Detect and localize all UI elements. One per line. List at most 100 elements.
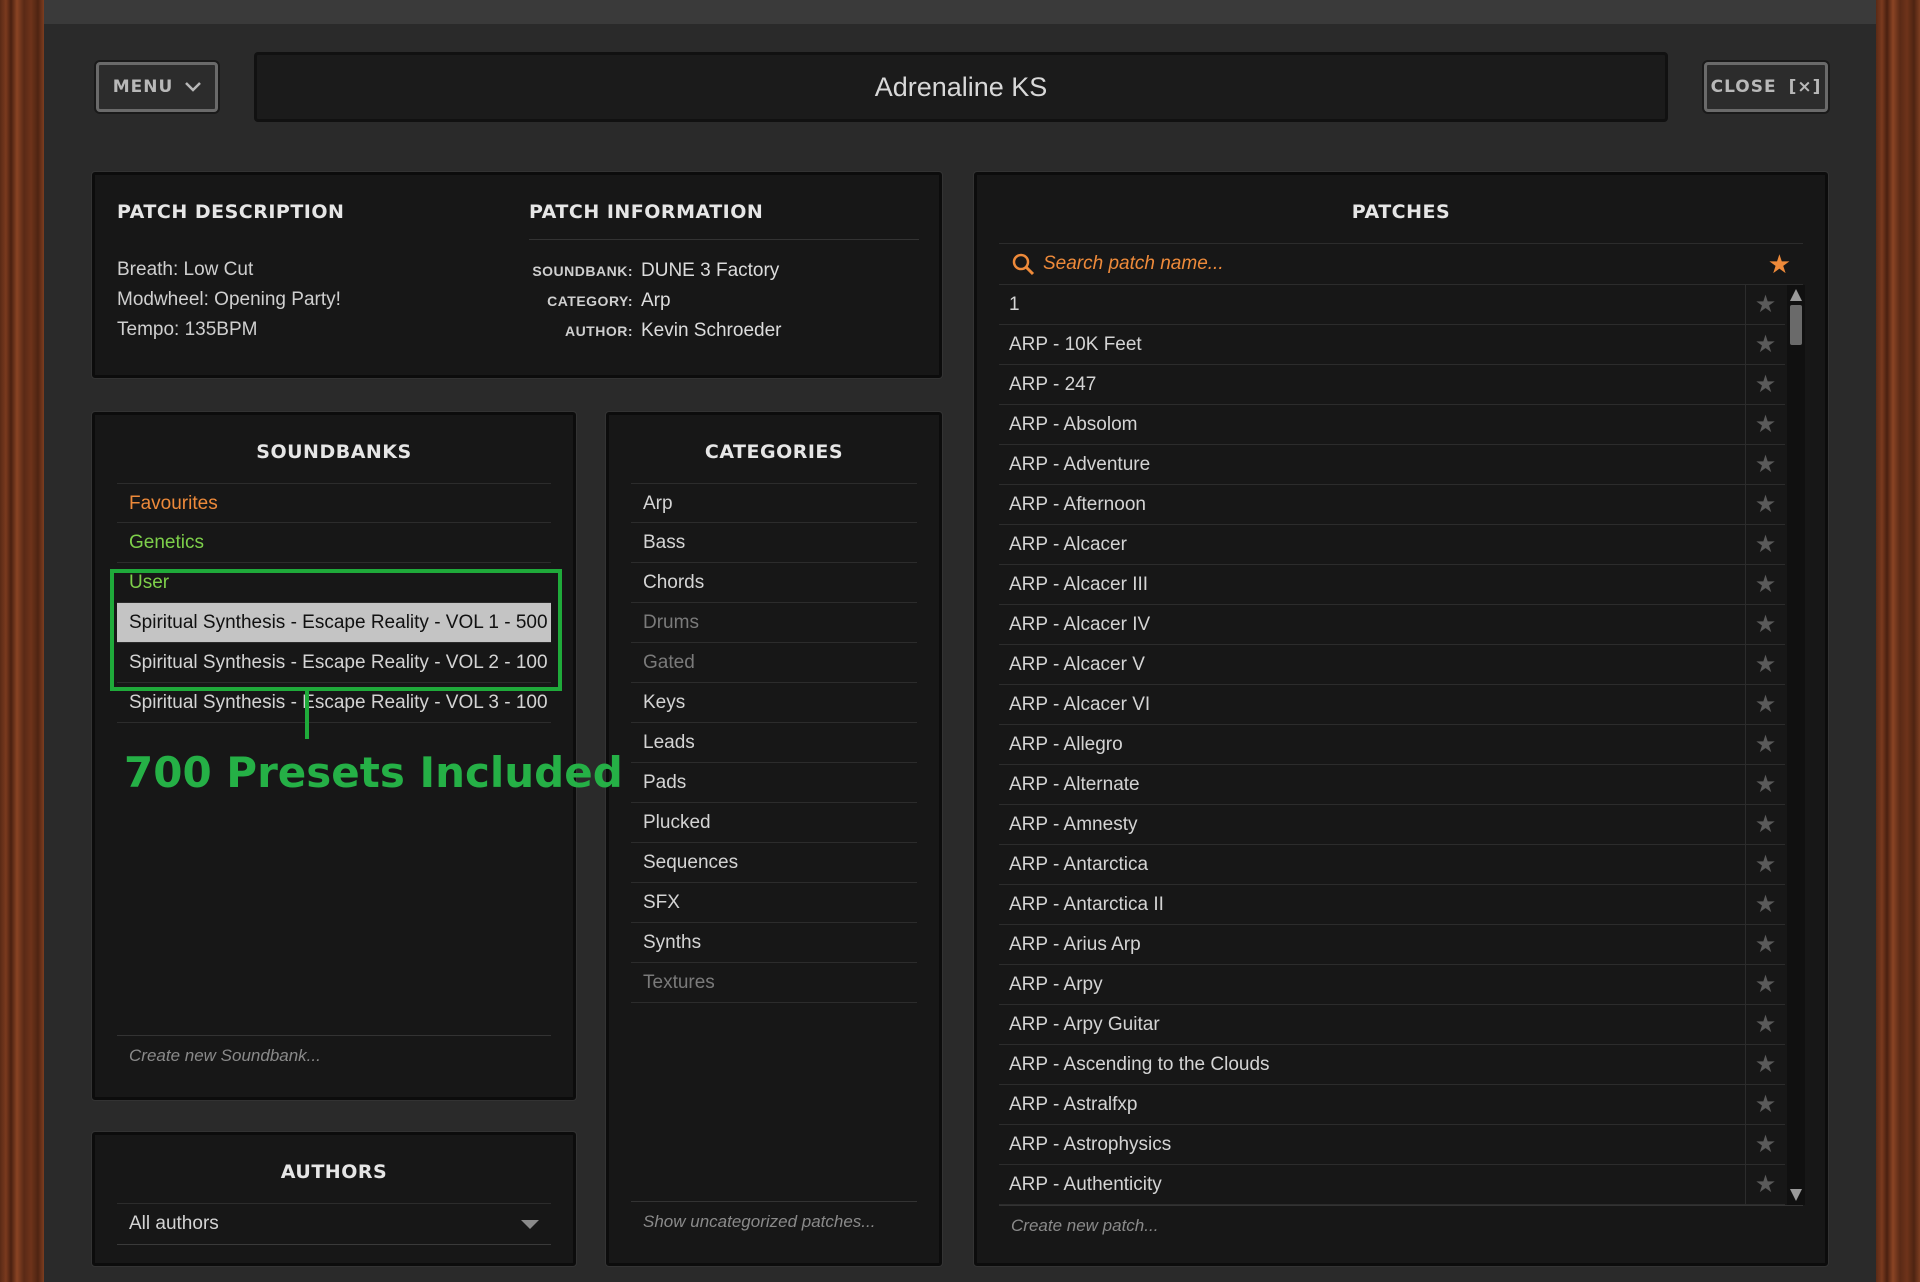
category-item[interactable]: Bass: [631, 523, 917, 563]
create-patch-field[interactable]: Create new patch...: [999, 1205, 1803, 1246]
patch-name[interactable]: ARP - Antarctica II: [999, 885, 1745, 924]
favourite-star-icon[interactable]: ★: [1745, 445, 1785, 484]
favourite-star-icon[interactable]: ★: [1745, 765, 1785, 804]
soundbank-item[interactable]: User: [117, 563, 551, 603]
patch-name[interactable]: ARP - Astrophysics: [999, 1125, 1745, 1164]
patch-name[interactable]: ARP - Alcacer V: [999, 645, 1745, 684]
scroll-down-icon[interactable]: [1790, 1189, 1802, 1201]
soundbank-item[interactable]: Favourites: [117, 483, 551, 523]
patch-name[interactable]: ARP - Astralfxp: [999, 1085, 1745, 1124]
favourite-star-icon[interactable]: ★: [1745, 1165, 1785, 1204]
category-item[interactable]: Pads: [631, 763, 917, 803]
favourite-star-icon[interactable]: ★: [1745, 685, 1785, 724]
favourite-star-icon[interactable]: ★: [1745, 525, 1785, 564]
patch-row[interactable]: ARP - Astrophysics ★: [999, 1125, 1785, 1165]
patch-name[interactable]: ARP - Allegro: [999, 725, 1745, 764]
patches-scrollbar[interactable]: [1787, 285, 1805, 1205]
category-item[interactable]: Plucked: [631, 803, 917, 843]
scroll-up-icon[interactable]: [1790, 289, 1802, 301]
patch-row[interactable]: ARP - 10K Feet ★: [999, 325, 1785, 365]
patch-row[interactable]: ARP - Antarctica ★: [999, 845, 1785, 885]
patch-row[interactable]: ARP - Afternoon ★: [999, 485, 1785, 525]
patch-row[interactable]: ARP - Alcacer ★: [999, 525, 1785, 565]
patch-row[interactable]: ARP - Astralfxp ★: [999, 1085, 1785, 1125]
favourite-star-icon[interactable]: ★: [1745, 725, 1785, 764]
patch-name[interactable]: ARP - Absolom: [999, 405, 1745, 444]
patch-row[interactable]: ARP - 247 ★: [999, 365, 1785, 405]
category-item[interactable]: Gated: [631, 643, 917, 683]
category-item[interactable]: Synths: [631, 923, 917, 963]
patch-row[interactable]: ARP - Alcacer IV ★: [999, 605, 1785, 645]
show-uncategorized-link[interactable]: Show uncategorized patches...: [631, 1201, 917, 1242]
patch-row[interactable]: ARP - Antarctica II ★: [999, 885, 1785, 925]
favourite-star-icon[interactable]: ★: [1745, 925, 1785, 964]
favourite-star-icon[interactable]: ★: [1745, 605, 1785, 644]
favourite-star-icon[interactable]: ★: [1745, 885, 1785, 924]
soundbank-item[interactable]: Spiritual Synthesis - Escape Reality - V…: [117, 643, 551, 683]
category-item[interactable]: Sequences: [631, 843, 917, 883]
patch-name[interactable]: ARP - Arius Arp: [999, 925, 1745, 964]
patch-name[interactable]: ARP - Arpy Guitar: [999, 1005, 1745, 1044]
patch-row[interactable]: ARP - Authenticity ★: [999, 1165, 1785, 1205]
favourite-star-icon[interactable]: ★: [1745, 845, 1785, 884]
patch-row[interactable]: ARP - Amnesty ★: [999, 805, 1785, 845]
patch-row[interactable]: ARP - Allegro ★: [999, 725, 1785, 765]
scroll-thumb[interactable]: [1790, 305, 1802, 345]
favourite-star-icon[interactable]: ★: [1745, 1125, 1785, 1164]
patch-row[interactable]: ARP - Adventure ★: [999, 445, 1785, 485]
favourite-star-icon[interactable]: ★: [1745, 485, 1785, 524]
favourite-star-icon[interactable]: ★: [1745, 645, 1785, 684]
patch-row[interactable]: ARP - Arius Arp ★: [999, 925, 1785, 965]
patch-row[interactable]: ARP - Arpy Guitar ★: [999, 1005, 1785, 1045]
patch-name[interactable]: ARP - Adventure: [999, 445, 1745, 484]
patch-name[interactable]: ARP - Alcacer VI: [999, 685, 1745, 724]
favourite-star-icon[interactable]: ★: [1745, 565, 1785, 604]
category-item[interactable]: Chords: [631, 563, 917, 603]
close-button[interactable]: CLOSE [×]: [1704, 62, 1828, 112]
patch-row[interactable]: ARP - Alcacer VI ★: [999, 685, 1785, 725]
patch-row[interactable]: ARP - Alternate ★: [999, 765, 1785, 805]
favourites-filter-star-icon[interactable]: ★: [1768, 249, 1791, 280]
patch-row[interactable]: 1 ★: [999, 285, 1785, 325]
soundbank-item[interactable]: Genetics: [117, 523, 551, 563]
patch-name[interactable]: 1: [999, 285, 1745, 324]
favourite-star-icon[interactable]: ★: [1745, 1085, 1785, 1124]
patch-name[interactable]: ARP - Antarctica: [999, 845, 1745, 884]
patch-name[interactable]: ARP - Alcacer: [999, 525, 1745, 564]
category-item[interactable]: SFX: [631, 883, 917, 923]
patch-name[interactable]: ARP - Arpy: [999, 965, 1745, 1004]
patch-row[interactable]: ARP - Ascending to the Clouds ★: [999, 1045, 1785, 1085]
soundbank-item[interactable]: Spiritual Synthesis - Escape Reality - V…: [117, 603, 551, 643]
favourite-star-icon[interactable]: ★: [1745, 365, 1785, 404]
patch-name[interactable]: ARP - Alcacer IV: [999, 605, 1745, 644]
favourite-star-icon[interactable]: ★: [1745, 965, 1785, 1004]
patch-name[interactable]: ARP - 10K Feet: [999, 325, 1745, 364]
menu-button[interactable]: MENU: [96, 62, 218, 112]
patch-search-bar[interactable]: Search patch name... ★: [999, 243, 1803, 285]
favourite-star-icon[interactable]: ★: [1745, 1005, 1785, 1044]
patch-row[interactable]: ARP - Alcacer V ★: [999, 645, 1785, 685]
patch-name[interactable]: ARP - Alternate: [999, 765, 1745, 804]
favourite-star-icon[interactable]: ★: [1745, 325, 1785, 364]
patch-name[interactable]: ARP - Alcacer III: [999, 565, 1745, 604]
category-item[interactable]: Leads: [631, 723, 917, 763]
favourite-star-icon[interactable]: ★: [1745, 805, 1785, 844]
patch-name[interactable]: ARP - Amnesty: [999, 805, 1745, 844]
category-item[interactable]: Textures: [631, 963, 917, 1003]
favourite-star-icon[interactable]: ★: [1745, 1045, 1785, 1084]
category-item[interactable]: Arp: [631, 483, 917, 523]
soundbank-item[interactable]: Spiritual Synthesis - Escape Reality - V…: [117, 683, 551, 723]
patch-name[interactable]: ARP - 247: [999, 365, 1745, 404]
patch-row[interactable]: ARP - Absolom ★: [999, 405, 1785, 445]
patch-row[interactable]: ARP - Arpy ★: [999, 965, 1785, 1005]
favourite-star-icon[interactable]: ★: [1745, 285, 1785, 324]
search-input[interactable]: Search patch name...: [1035, 253, 1768, 275]
category-item[interactable]: Drums: [631, 603, 917, 643]
authors-dropdown[interactable]: All authors: [117, 1203, 551, 1245]
patch-name[interactable]: ARP - Authenticity: [999, 1165, 1745, 1204]
category-item[interactable]: Keys: [631, 683, 917, 723]
create-soundbank-field[interactable]: Create new Soundbank...: [117, 1035, 551, 1076]
favourite-star-icon[interactable]: ★: [1745, 405, 1785, 444]
patch-row[interactable]: ARP - Alcacer III ★: [999, 565, 1785, 605]
patch-name[interactable]: ARP - Ascending to the Clouds: [999, 1045, 1745, 1084]
